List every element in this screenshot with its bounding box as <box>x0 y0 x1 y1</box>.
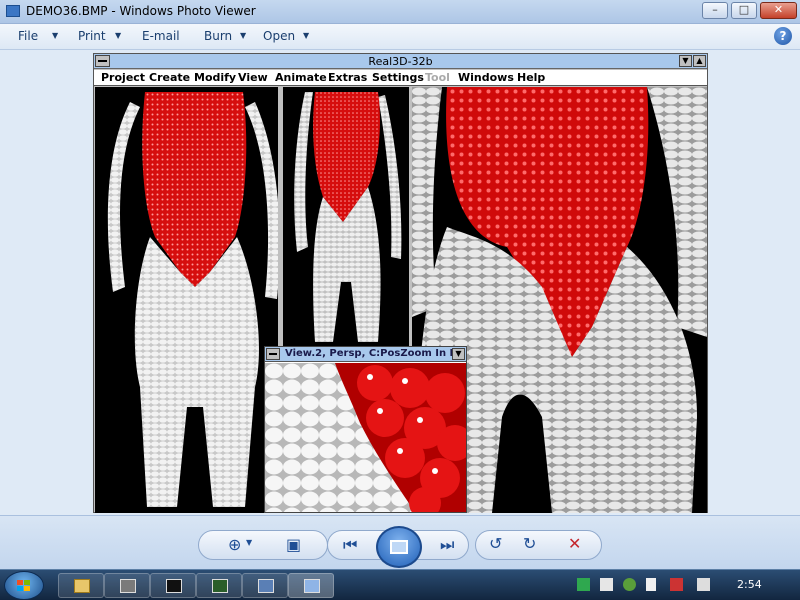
zoom-controls <box>198 530 328 560</box>
real3d-menu-create: Create <box>149 71 191 84</box>
command-prompt-icon <box>166 579 182 593</box>
real3d-menu-tool: Tool <box>425 71 450 84</box>
real3d-menu-extras: Extras <box>328 71 368 84</box>
minimize-button[interactable]: – <box>702 2 728 19</box>
zoom-icon[interactable]: ⊕ <box>228 535 241 554</box>
real3d-menubar: Project Create Modify View Animate Extra… <box>94 70 707 86</box>
taskbar: 2:54 <box>0 569 800 600</box>
chevron-down-icon[interactable]: ▼ <box>115 31 121 40</box>
menu-bar: File ▼ Print ▼ E-mail Burn ▼ Open ▼ ? <box>0 24 800 50</box>
photo-viewer-icon <box>304 579 320 593</box>
view2-title: View.2, Persp, C:PosZoom In N: <box>285 348 462 359</box>
rotate-clockwise-icon[interactable]: ↻ <box>523 534 536 553</box>
calculator-icon <box>258 579 274 593</box>
real3d-menu-animate: Animate <box>275 71 327 84</box>
next-icon[interactable]: ⏭ <box>440 535 454 555</box>
zoom-dropdown-icon[interactable]: ▼ <box>246 538 252 547</box>
photo-viewer-icon <box>6 5 20 17</box>
help-icon[interactable]: ? <box>774 27 792 45</box>
real3d-menu-modify: Modify <box>194 71 237 84</box>
real3d-title: Real3D-32b <box>368 55 433 68</box>
flag-icon[interactable] <box>646 578 656 591</box>
menu-open[interactable]: Open <box>263 29 295 43</box>
actual-size-icon[interactable]: ▣ <box>286 535 301 554</box>
view2-system-menu-icon <box>266 348 280 360</box>
taskbar-app-3[interactable] <box>242 573 288 598</box>
start-button[interactable] <box>4 571 44 600</box>
real3d-minimize-icon: ▼ <box>679 55 692 67</box>
volume-muted-icon[interactable] <box>697 578 710 591</box>
taskbar-cmd[interactable] <box>150 573 196 598</box>
maximize-button[interactable]: □ <box>731 2 757 19</box>
menu-print[interactable]: Print <box>78 29 106 43</box>
close-button[interactable]: ✕ <box>760 2 797 19</box>
window-title: DEMO36.BMP - Windows Photo Viewer <box>26 4 256 18</box>
tray-network-icon[interactable] <box>670 578 683 591</box>
tray-document-icon[interactable] <box>600 578 613 591</box>
delete-icon[interactable]: ✕ <box>568 534 581 553</box>
window-titlebar: DEMO36.BMP - Windows Photo Viewer – □ ✕ <box>0 0 800 24</box>
view2-subwindow: View.2, Persp, C:PosZoom In N: ▼ <box>264 346 467 513</box>
taskbar-app-1[interactable] <box>104 573 150 598</box>
real3d-menu-help: Help <box>517 71 546 84</box>
real3d-titlebar: Real3D-32b ▼ ▲ <box>94 54 707 69</box>
slideshow-icon <box>390 540 408 554</box>
windows-logo-icon <box>17 580 31 592</box>
rotate-counterclockwise-icon[interactable]: ↺ <box>489 534 502 553</box>
real3d-menu-windows: Windows <box>458 71 514 84</box>
real3d-menu-project: Project <box>101 71 146 84</box>
view2-titlebar: View.2, Persp, C:PosZoom In N: ▼ <box>265 347 466 362</box>
view2-render <box>265 363 466 512</box>
taskbar-explorer[interactable] <box>58 573 104 598</box>
folder-icon <box>74 579 90 593</box>
taskbar-photo-viewer[interactable] <box>288 573 334 598</box>
real3d-maximize-icon: ▲ <box>693 55 706 67</box>
slideshow-button[interactable] <box>376 526 422 568</box>
real3d-menu-settings: Settings <box>372 71 424 84</box>
menu-file[interactable]: File <box>18 29 38 43</box>
chevron-down-icon[interactable]: ▼ <box>303 31 309 40</box>
clock[interactable]: 2:54 <box>737 578 762 591</box>
chevron-down-icon[interactable]: ▼ <box>240 31 246 40</box>
taskbar-app-2[interactable] <box>196 573 242 598</box>
render-view-side <box>281 87 409 347</box>
real3d-menu-view: View <box>238 71 268 84</box>
render-view-front <box>95 87 278 513</box>
menu-burn[interactable]: Burn <box>204 29 232 43</box>
tray-green-icon[interactable] <box>577 578 590 591</box>
tray-security-icon[interactable] <box>623 578 636 591</box>
window-icon <box>120 579 136 593</box>
previous-icon[interactable]: ⏮ <box>343 535 357 555</box>
monitor-icon <box>212 579 228 593</box>
view2-dropdown-icon: ▼ <box>452 348 465 360</box>
chevron-down-icon[interactable]: ▼ <box>52 31 58 40</box>
menu-email[interactable]: E-mail <box>142 29 180 43</box>
